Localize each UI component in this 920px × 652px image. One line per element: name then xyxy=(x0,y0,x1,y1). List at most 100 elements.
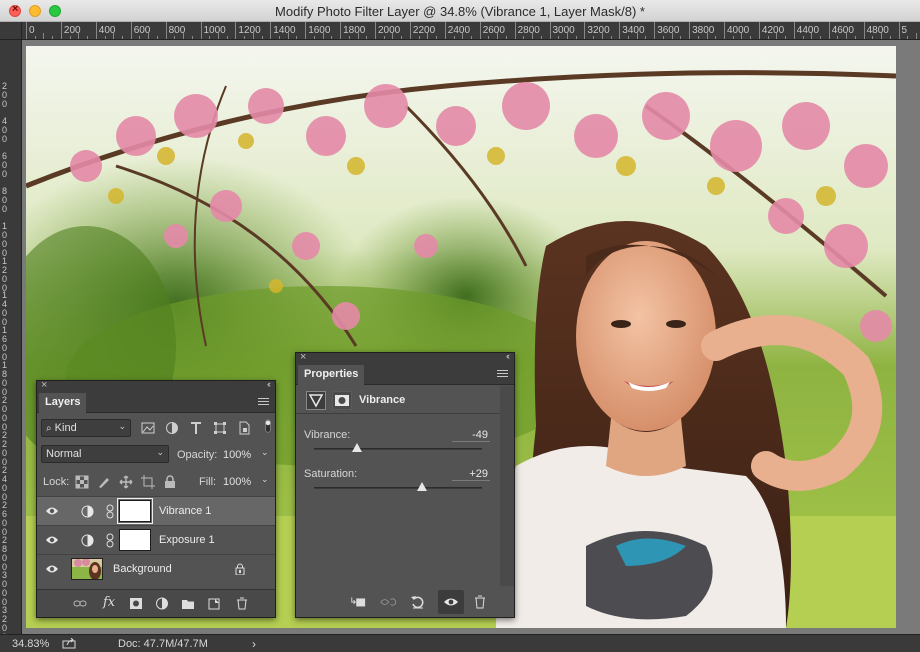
opacity-field[interactable]: 100% xyxy=(223,449,251,461)
vibrance-label: Vibrance: xyxy=(304,429,351,441)
filter-toggle-icon[interactable] xyxy=(261,419,275,433)
layer-mask-thumbnail[interactable] xyxy=(117,498,153,524)
ruler-origin[interactable] xyxy=(0,22,22,40)
ruler-label: 2000 xyxy=(2,395,8,433)
filter-smart-object-icon[interactable] xyxy=(237,421,251,435)
reset-icon[interactable] xyxy=(410,595,426,609)
ruler-tick xyxy=(444,22,446,39)
saturation-slider-thumb[interactable] xyxy=(417,482,428,491)
ruler-minor-tick xyxy=(645,36,647,39)
clip-to-layer-icon[interactable] xyxy=(350,595,366,609)
ruler-minor-tick xyxy=(715,36,717,39)
layer-thumbnail[interactable] xyxy=(71,558,103,580)
new-group-icon[interactable] xyxy=(181,597,195,610)
properties-scrollbar[interactable] xyxy=(500,386,514,586)
filter-pixel-icon[interactable] xyxy=(141,421,155,435)
trash-icon[interactable] xyxy=(235,597,249,610)
ruler-label: 200 xyxy=(2,81,8,109)
visibility-eye-icon[interactable] xyxy=(45,505,59,517)
properties-panel-topbar[interactable]: × ‹‹ xyxy=(296,351,514,365)
close-panel-icon[interactable]: × xyxy=(41,379,47,391)
ruler-tick xyxy=(95,22,97,39)
lock-label: Lock: xyxy=(43,476,70,488)
ruler-minor-tick xyxy=(139,36,141,39)
fx-icon[interactable]: fx xyxy=(103,595,117,610)
ruler-minor-tick xyxy=(261,36,263,39)
layers-panel-topbar[interactable]: × ‹‹ xyxy=(37,379,275,393)
ruler-label: 2600 xyxy=(2,499,8,537)
lock-position-icon[interactable] xyxy=(119,475,133,489)
layer-row-vibrance[interactable]: Vibrance 1 xyxy=(37,496,275,525)
mask-icon[interactable] xyxy=(332,391,352,410)
ruler-tick xyxy=(758,22,760,39)
visibility-toggle-button[interactable] xyxy=(438,590,464,614)
ruler-label: 600 xyxy=(2,150,8,179)
layer-name[interactable]: Vibrance 1 xyxy=(159,505,211,517)
layer-name[interactable]: Background xyxy=(113,563,172,575)
add-mask-icon[interactable] xyxy=(129,597,143,610)
ruler-minor-tick xyxy=(750,36,752,39)
link-icon[interactable] xyxy=(73,597,87,610)
filter-shape-icon[interactable] xyxy=(213,421,227,435)
ruler-label: 4200 xyxy=(761,25,785,36)
ruler-label: 2800 xyxy=(517,25,540,36)
chevron-down-icon[interactable]: ⌄ xyxy=(261,447,269,458)
collapse-panel-icon[interactable]: ‹‹ xyxy=(267,379,271,389)
zoom-level[interactable]: 34.83% xyxy=(12,638,49,650)
saturation-slider-track[interactable] xyxy=(314,482,482,491)
new-adjustment-icon[interactable] xyxy=(155,597,169,610)
visibility-eye-icon[interactable] xyxy=(45,563,59,575)
tab-layers[interactable]: Layers xyxy=(39,393,87,413)
vibrance-slider-thumb[interactable] xyxy=(351,443,362,452)
tab-properties[interactable]: Properties xyxy=(298,365,365,385)
ruler-label: 3600 xyxy=(657,25,680,36)
chain-link-icon[interactable] xyxy=(106,504,114,519)
ruler-minor-tick xyxy=(104,36,106,39)
vibrance-adjustment-icon[interactable] xyxy=(306,391,326,410)
ruler-horizontal[interactable]: 0 200 400 600 800 1000 1200 1400 1600 1800 2000 220… xyxy=(22,22,920,40)
ruler-minor-tick xyxy=(680,36,682,39)
ruler-minor-tick xyxy=(802,36,804,39)
ruler-tick xyxy=(26,22,27,39)
lock-all-icon[interactable] xyxy=(163,475,177,489)
properties-panel: × ‹‹ Properties Vibrance Vibrance: -49 S… xyxy=(295,351,515,618)
vibrance-value-field[interactable]: -49 xyxy=(452,429,490,442)
ruler-minor-tick xyxy=(383,36,385,39)
trash-icon[interactable] xyxy=(472,595,488,609)
blend-mode-dropdown[interactable]: Normal ⌄ xyxy=(41,445,169,463)
ruler-label: 0 xyxy=(29,25,35,36)
chain-link-icon[interactable] xyxy=(106,533,114,548)
view-previous-icon[interactable] xyxy=(380,595,396,609)
layer-row-exposure[interactable]: Exposure 1 xyxy=(37,525,275,554)
ruler-minor-tick xyxy=(854,36,856,39)
panel-menu-icon[interactable] xyxy=(497,370,508,379)
opacity-label: Opacity: xyxy=(177,449,218,461)
chevron-down-icon[interactable]: ⌄ xyxy=(261,474,269,485)
close-panel-icon[interactable]: × xyxy=(300,351,306,363)
filter-kind-dropdown[interactable]: ⌕ Kind ⌄ xyxy=(41,419,131,437)
filter-adjustment-icon[interactable] xyxy=(165,421,179,435)
new-layer-icon[interactable] xyxy=(207,597,221,610)
panel-menu-icon[interactable] xyxy=(258,398,269,407)
ruler-label: 2200 xyxy=(2,430,8,467)
ruler-tick xyxy=(689,22,691,39)
ruler-label: 3200 xyxy=(2,604,8,634)
lock-artboard-icon[interactable] xyxy=(141,475,155,489)
layer-name[interactable]: Exposure 1 xyxy=(159,534,215,546)
share-icon[interactable] xyxy=(62,638,76,649)
ruler-tick xyxy=(549,22,551,39)
collapse-panel-icon[interactable]: ‹‹ xyxy=(506,351,510,361)
layer-mask-thumbnail[interactable] xyxy=(119,529,151,551)
saturation-value-field[interactable]: +29 xyxy=(452,468,490,481)
status-menu-arrow[interactable]: › xyxy=(252,637,256,651)
visibility-eye-icon[interactable] xyxy=(45,534,59,546)
layer-row-background[interactable]: Background xyxy=(37,554,275,583)
filter-type-icon[interactable] xyxy=(189,421,203,435)
lock-pixels-icon[interactable] xyxy=(97,475,111,489)
ruler-vertical[interactable]: 200 400 600 800 1000 1200 1400 1600 1800 2000 2200… xyxy=(0,40,22,634)
search-icon: ⌕ xyxy=(46,423,52,434)
vibrance-slider-track[interactable] xyxy=(314,443,482,452)
lock-transparent-icon[interactable] xyxy=(75,475,89,489)
ruler-label: 2000 xyxy=(378,25,401,36)
fill-field[interactable]: 100% xyxy=(223,476,251,488)
